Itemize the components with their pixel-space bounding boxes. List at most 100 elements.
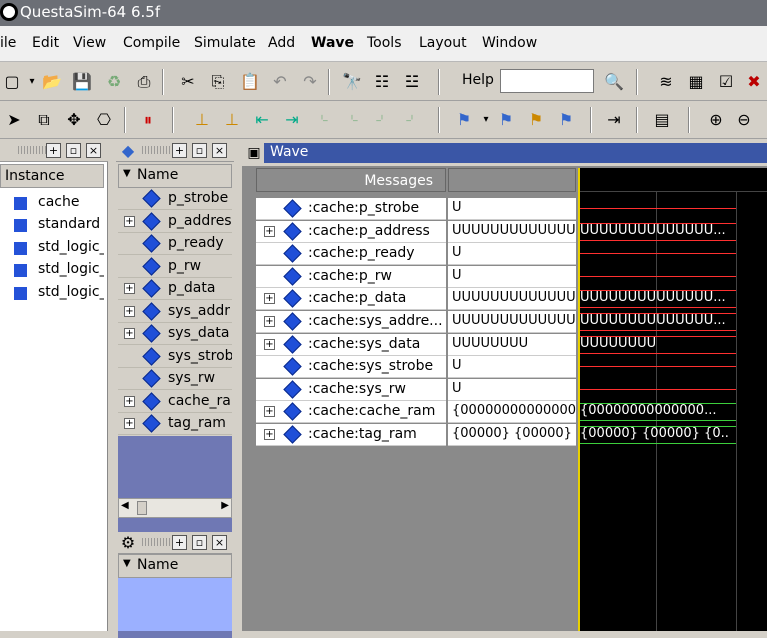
wave-signal-row[interactable]: :cache:p_rw [256, 265, 446, 288]
instance-item-0[interactable]: cache [0, 192, 106, 214]
expand-icon[interactable]: + [264, 293, 275, 305]
expand-icon[interactable]: + [264, 338, 275, 350]
waveform-row[interactable] [578, 243, 767, 265]
expand-icon[interactable]: + [124, 418, 135, 429]
expand-icon[interactable]: ☳ [402, 72, 422, 92]
object-item[interactable]: p_strobe [118, 188, 232, 210]
waveform-row[interactable]: UUUUUUUU [578, 334, 767, 356]
last-edge-icon[interactable]: ⌏ [402, 110, 422, 130]
maximize-icon[interactable]: ▫ [66, 143, 81, 158]
instance-item-3[interactable]: std_logic_ [0, 259, 106, 281]
memory-icon[interactable]: ▦ [686, 72, 706, 92]
format-icon[interactable]: ▤ [652, 110, 672, 130]
object-item[interactable]: p_ready [118, 233, 232, 255]
expand-icon[interactable]: + [264, 225, 275, 237]
menu-tools[interactable]: Tools [367, 35, 402, 51]
maximize-icon[interactable]: ▫ [192, 143, 207, 158]
close-icon[interactable]: × [212, 143, 227, 158]
expand-icon[interactable]: + [124, 215, 135, 227]
object-item[interactable]: + tag_ram [118, 413, 232, 435]
cut-icon[interactable]: ✂ [178, 72, 198, 92]
wave-signal-row[interactable]: :cache:p_strobe [256, 198, 446, 220]
break-icon[interactable]: ⏸ [138, 110, 158, 130]
object-item[interactable]: sys_rw [118, 368, 232, 390]
open-folder-icon[interactable]: 📂 [42, 72, 62, 92]
waveform-row[interactable] [578, 198, 767, 220]
wave-signal-row[interactable]: +:cache:cache_ram [256, 401, 446, 424]
select-pointer-icon[interactable]: ➤ [4, 110, 24, 130]
zoom-in-icon[interactable]: ⊕ [706, 110, 726, 130]
object-item[interactable]: + cache_ra [118, 391, 232, 413]
waveform-row[interactable] [578, 356, 767, 378]
undo-icon[interactable]: ↶ [270, 72, 290, 92]
save-icon[interactable]: 💾 [72, 72, 92, 92]
instance-item-4[interactable]: std_logic_ [0, 282, 106, 304]
signal-edit-icon[interactable]: ⚑ [526, 110, 546, 130]
close-icon[interactable]: × [212, 535, 227, 550]
menu-view[interactable]: View [73, 35, 106, 51]
objects-horizontal-scrollbar[interactable]: ◀ ▶ [118, 498, 232, 518]
waveform-row[interactable] [578, 379, 767, 401]
objects-panel-2-column-header[interactable]: ▼ Name [118, 554, 232, 578]
first-edge-icon[interactable]: ⌏ [372, 110, 392, 130]
menu-compile[interactable]: Compile [123, 35, 180, 51]
instance-item-1[interactable]: standard [0, 214, 106, 236]
menu-add[interactable]: Add [268, 35, 295, 51]
waveform-row[interactable]: UUUUUUUUUUUUUU... [578, 288, 767, 310]
expand-icon[interactable]: + [264, 316, 275, 327]
zoom-out-icon[interactable]: ⊖ [734, 110, 754, 130]
object-item[interactable]: + p_data [118, 278, 232, 300]
object-item[interactable]: p_rw [118, 256, 232, 278]
step-over-icon[interactable]: ⊥ [222, 110, 242, 130]
expand-icon[interactable]: + [264, 406, 275, 418]
prev-edge-icon[interactable]: ⌎ [312, 110, 332, 130]
add-pane-icon[interactable]: + [172, 143, 187, 158]
new-file-icon[interactable]: ▢ [2, 72, 22, 92]
add-signal-icon[interactable]: ⚑ [454, 110, 474, 130]
signal-icon[interactable]: ⚑ [496, 110, 516, 130]
layers-icon[interactable]: ≋ [656, 72, 676, 92]
step-back-icon[interactable]: ⇤ [252, 110, 272, 130]
find-icon[interactable]: 🔭 [342, 72, 362, 92]
insert-cursor-icon[interactable]: ⇥ [604, 110, 624, 130]
step-forward-icon[interactable]: ⇥ [282, 110, 302, 130]
menu-edit[interactable]: Edit [32, 35, 59, 51]
expand-icon[interactable]: + [124, 328, 135, 339]
maximize-icon[interactable]: ▫ [192, 535, 207, 550]
next-edge-icon[interactable]: ⌎ [342, 110, 362, 130]
wave-signal-row[interactable]: :cache:p_ready [256, 243, 446, 266]
object-item[interactable]: + sys_data [118, 323, 232, 345]
dropdown-arrow-icon[interactable]: ▾ [22, 72, 42, 92]
menu-simulate[interactable]: Simulate [194, 35, 256, 51]
value-header[interactable] [448, 168, 576, 192]
object-item[interactable]: + p_addres [118, 211, 232, 233]
redo-icon[interactable]: ↷ [300, 72, 320, 92]
collapse-icon[interactable]: ☷ [372, 72, 392, 92]
wave-signal-row[interactable]: +:cache:p_address [256, 220, 446, 243]
grip-icon[interactable] [142, 538, 170, 546]
expand-icon[interactable]: + [124, 395, 135, 407]
grip-icon[interactable] [142, 146, 170, 154]
add-pane-icon[interactable]: + [46, 143, 61, 158]
menu-layout[interactable]: Layout [419, 35, 467, 51]
menu-window[interactable]: Window [482, 35, 537, 51]
wave-signal-row[interactable]: +:cache:p_data [256, 288, 446, 311]
messages-header[interactable]: Messages [256, 168, 446, 192]
object-item[interactable]: + sys_addr [118, 301, 232, 323]
objects-column-header[interactable]: ▼ Name [118, 164, 232, 188]
wave-signal-row[interactable]: +:cache:sys_addre... [256, 311, 446, 333]
wave-signal-row[interactable]: +:cache:sys_data [256, 333, 446, 356]
waveform-row[interactable] [578, 266, 767, 288]
time-cursor[interactable] [578, 168, 580, 631]
pan-icon[interactable]: ✥ [64, 110, 84, 130]
help-search-input[interactable] [500, 69, 594, 93]
checklist-icon[interactable]: ☑ [716, 72, 736, 92]
copy-icon[interactable]: ⎘ [208, 72, 228, 92]
zoom-box-icon[interactable]: ⧉ [34, 110, 54, 130]
wave-signal-row[interactable]: :cache:sys_strobe [256, 356, 446, 379]
signal-remove-icon[interactable]: ⚑ [556, 110, 576, 130]
step-icon[interactable]: ⊥ [192, 110, 212, 130]
menu-wave[interactable]: Wave [311, 35, 354, 51]
menu-file[interactable]: ile [0, 35, 16, 51]
scroll-right-icon[interactable]: ▶ [221, 500, 229, 511]
